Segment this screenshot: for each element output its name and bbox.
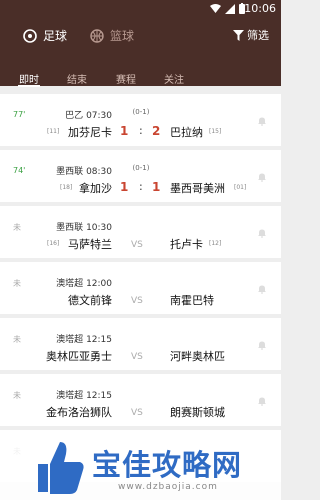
score-separator: : <box>139 180 143 193</box>
tab-following[interactable]: 关注 <box>164 71 184 86</box>
match-league-time: 澳塔超 12:00 <box>56 279 112 289</box>
away-team: 朗赛斯顿城 <box>170 406 225 419</box>
match-row[interactable]: 未 澳塔超 12:15 奥林匹亚勇士 VS 河畔奥林匹 <box>0 318 281 370</box>
basketball-icon <box>90 28 104 43</box>
home-team: 拿加沙 <box>79 182 112 195</box>
bell-icon[interactable] <box>257 340 267 350</box>
status-time: 10:06 <box>244 2 276 15</box>
tab-schedule[interactable]: 赛程 <box>116 71 136 86</box>
home-score: 1 <box>120 124 129 138</box>
tab-basketball[interactable]: 篮球 <box>90 27 134 44</box>
match-league-time: 墨西联 08:30 <box>56 167 112 177</box>
status-bar: 10:06 <box>0 0 281 18</box>
away-rank: [01] <box>234 184 247 191</box>
vs-label: VS <box>131 408 143 418</box>
tab-football-label: 足球 <box>43 29 68 43</box>
home-team: 金布洛治狮队 <box>46 406 112 419</box>
home-score: 1 <box>120 180 129 194</box>
bell-icon[interactable] <box>257 172 267 182</box>
score-separator: : <box>139 124 143 137</box>
away-rank: [15] <box>209 128 222 135</box>
bell-icon[interactable] <box>257 284 267 294</box>
match-row[interactable]: 77' 巴乙 07:30 (0-1) [11] 加芬尼卡 1 : 2 巴拉纳 [… <box>0 94 281 146</box>
tab-basketball-label: 篮球 <box>110 29 135 43</box>
filter-button[interactable]: 筛选 <box>233 27 269 43</box>
away-team: 河畔奥林匹 <box>170 350 225 363</box>
bell-icon[interactable] <box>257 116 267 126</box>
away-score: 1 <box>152 180 161 194</box>
match-league-time: 墨西联 10:30 <box>56 223 112 233</box>
bell-icon[interactable] <box>257 396 267 406</box>
half-score: (0-1) <box>132 164 150 172</box>
home-team: 加芬尼卡 <box>68 126 112 139</box>
match-league-time: 巴乙 07:30 <box>65 111 112 121</box>
match-tabs: 即时 结束 赛程 关注 <box>0 68 281 87</box>
match-row[interactable]: 未 墨西联 10:30 [16] 马萨特兰 VS 托卢卡 [12] <box>0 206 281 258</box>
filter-icon <box>233 29 244 41</box>
football-icon <box>23 28 37 43</box>
signal-icon <box>225 3 235 14</box>
bell-icon[interactable] <box>257 228 267 238</box>
home-team: 德文前锋 <box>68 294 112 307</box>
vs-label: VS <box>131 296 143 306</box>
away-team: 南霍巴特 <box>170 294 214 307</box>
half-score: (0-1) <box>132 108 150 116</box>
watermark-title: 宝佳攻略网 <box>92 448 243 482</box>
app-header: 足球 篮球 筛选 即时 结束 赛程 关注 <box>0 18 281 87</box>
away-team: 墨西哥美洲 <box>170 182 225 195</box>
match-row[interactable]: 未 澳塔超 12:15 金布洛治狮队 VS 朗赛斯顿城 <box>0 374 281 426</box>
match-league-time: 澳塔超 12:15 <box>56 335 112 345</box>
tab-finished[interactable]: 结束 <box>67 71 87 86</box>
tab-live[interactable]: 即时 <box>19 71 39 86</box>
thumbs-up-logo-icon <box>38 442 84 494</box>
vs-label: VS <box>131 352 143 362</box>
match-row[interactable]: 74' 墨西联 08:30 (0-1) [18] 拿加沙 1 : 1 墨西哥美洲… <box>0 150 281 202</box>
tab-underline <box>18 85 40 87</box>
match-league-time: 澳塔超 12:15 <box>56 391 112 401</box>
away-team: 巴拉纳 <box>170 126 203 139</box>
away-score: 2 <box>152 124 161 138</box>
away-team: 托卢卡 <box>170 238 203 251</box>
watermark-url: www.dzbaojia.com <box>118 482 218 492</box>
filter-label: 筛选 <box>247 29 269 42</box>
home-team: 马萨特兰 <box>68 238 112 251</box>
status-icons <box>210 3 245 14</box>
away-rank: [12] <box>209 240 222 247</box>
tab-football[interactable]: 足球 <box>23 27 67 44</box>
home-team: 奥林匹亚勇士 <box>46 350 112 363</box>
vs-label: VS <box>131 240 143 250</box>
match-row[interactable]: 未 澳塔超 12:00 德文前锋 VS 南霍巴特 <box>0 262 281 314</box>
wifi-icon <box>210 4 221 13</box>
